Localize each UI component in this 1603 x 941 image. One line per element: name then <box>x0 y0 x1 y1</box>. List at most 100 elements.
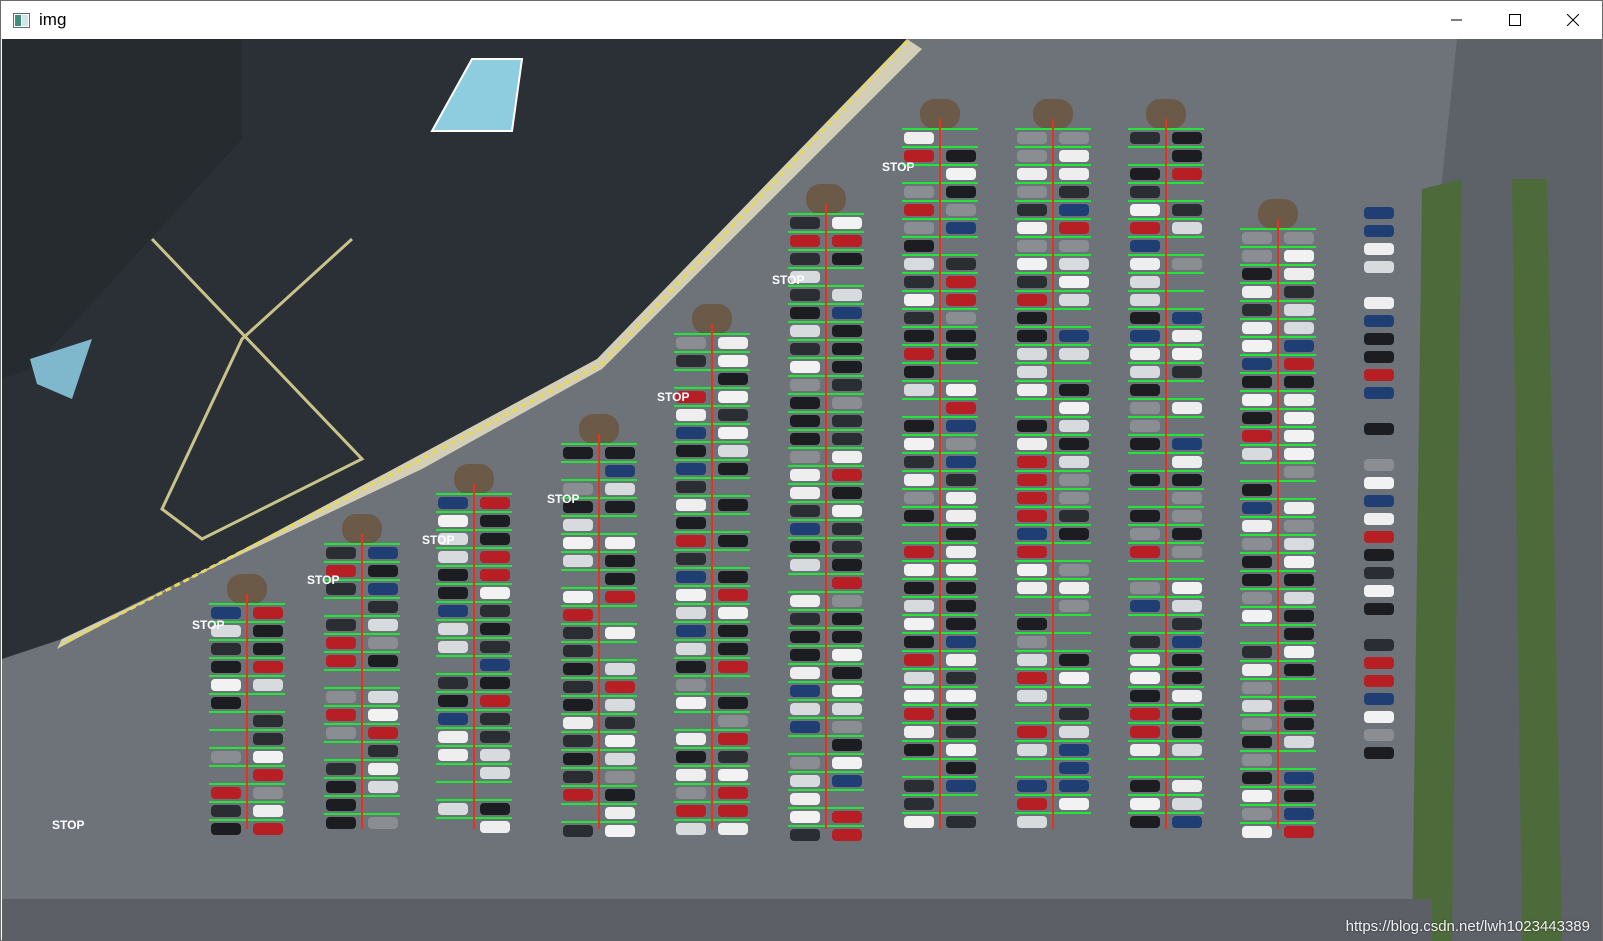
parked-car <box>832 487 862 499</box>
parked-car <box>1284 736 1314 748</box>
parked-car <box>1017 132 1047 144</box>
parked-car <box>676 499 706 511</box>
parked-car <box>718 751 748 763</box>
parked-car <box>676 787 706 799</box>
parked-car <box>718 643 748 655</box>
parked-car <box>832 505 862 517</box>
parked-car <box>480 767 510 779</box>
parked-car <box>1364 585 1394 597</box>
parked-car <box>1059 762 1089 774</box>
parked-car <box>1242 808 1272 820</box>
parked-car <box>326 763 356 775</box>
parked-car <box>676 337 706 349</box>
parked-car <box>438 803 468 815</box>
parked-car <box>1242 430 1272 442</box>
parked-car <box>1284 520 1314 532</box>
parked-car <box>1059 492 1089 504</box>
parked-car <box>946 186 976 198</box>
parked-car <box>904 348 934 360</box>
parked-car <box>718 715 748 727</box>
parked-car <box>1242 412 1272 424</box>
parked-car <box>1059 582 1089 594</box>
parked-car <box>1172 816 1202 828</box>
parked-car <box>253 643 283 655</box>
parked-car <box>1364 747 1394 759</box>
parked-car <box>326 817 356 829</box>
parked-car <box>1017 618 1047 630</box>
parked-car <box>1364 513 1394 525</box>
parked-car <box>832 289 862 301</box>
parked-car <box>1059 276 1089 288</box>
close-button[interactable] <box>1544 1 1602 39</box>
minimize-button[interactable] <box>1428 1 1486 39</box>
parked-car <box>1172 366 1202 378</box>
parked-car <box>832 397 862 409</box>
parked-car <box>368 547 398 559</box>
parked-car <box>1172 582 1202 594</box>
parked-car <box>1242 718 1272 730</box>
parked-car <box>1017 474 1047 486</box>
parked-car <box>1130 132 1160 144</box>
parked-car <box>1364 261 1394 273</box>
parked-car <box>480 605 510 617</box>
parked-car <box>1284 250 1314 262</box>
parked-car <box>1130 168 1160 180</box>
parked-car <box>1059 240 1089 252</box>
maximize-button[interactable] <box>1486 1 1544 39</box>
parked-car <box>832 235 862 247</box>
parked-car <box>718 535 748 547</box>
parked-car <box>1130 366 1160 378</box>
parked-car <box>904 204 934 216</box>
parked-car <box>1364 675 1394 687</box>
parked-car <box>718 463 748 475</box>
parked-car <box>438 587 468 599</box>
parked-car <box>1284 430 1314 442</box>
parked-car <box>1364 549 1394 561</box>
parked-car <box>1242 250 1272 262</box>
parked-car <box>438 569 468 581</box>
parked-car <box>718 823 748 835</box>
parked-car <box>1242 322 1272 334</box>
parked-car <box>563 663 593 675</box>
parked-car <box>904 780 934 792</box>
parked-car <box>438 497 468 509</box>
parked-car <box>1017 726 1047 738</box>
parked-car <box>718 589 748 601</box>
parked-car <box>904 438 934 450</box>
parked-car <box>676 625 706 637</box>
parked-car <box>1130 690 1160 702</box>
parked-car <box>790 379 820 391</box>
parked-car <box>1284 574 1314 586</box>
parked-car <box>790 775 820 787</box>
title-bar[interactable]: img <box>1 1 1602 39</box>
parked-car <box>1130 294 1160 306</box>
parked-car <box>676 445 706 457</box>
parked-car <box>480 551 510 563</box>
parked-car <box>832 739 862 751</box>
parked-car <box>790 217 820 229</box>
parked-car <box>1059 654 1089 666</box>
parked-car <box>438 713 468 725</box>
parked-car <box>326 709 356 721</box>
parked-car <box>1130 672 1160 684</box>
parked-car <box>1242 700 1272 712</box>
parked-car <box>1364 567 1394 579</box>
parking-lot-image: STOP STOP STOP STOP STOP STOP STOP STOP https:/… <box>2 39 1602 941</box>
parked-car <box>1364 657 1394 669</box>
parked-car <box>904 582 934 594</box>
parked-car <box>832 559 862 571</box>
parked-car <box>563 627 593 639</box>
parked-car <box>605 573 635 585</box>
parked-car <box>438 551 468 563</box>
parked-car <box>368 709 398 721</box>
parked-car <box>676 517 706 529</box>
parked-car <box>946 258 976 270</box>
parked-car <box>832 469 862 481</box>
parked-car <box>1130 474 1160 486</box>
minimize-icon <box>1451 19 1462 21</box>
parked-car <box>1059 798 1089 810</box>
parked-car <box>1364 693 1394 705</box>
parked-car <box>1284 232 1314 244</box>
stop-marking: STOP <box>52 818 84 832</box>
parked-car <box>1172 780 1202 792</box>
